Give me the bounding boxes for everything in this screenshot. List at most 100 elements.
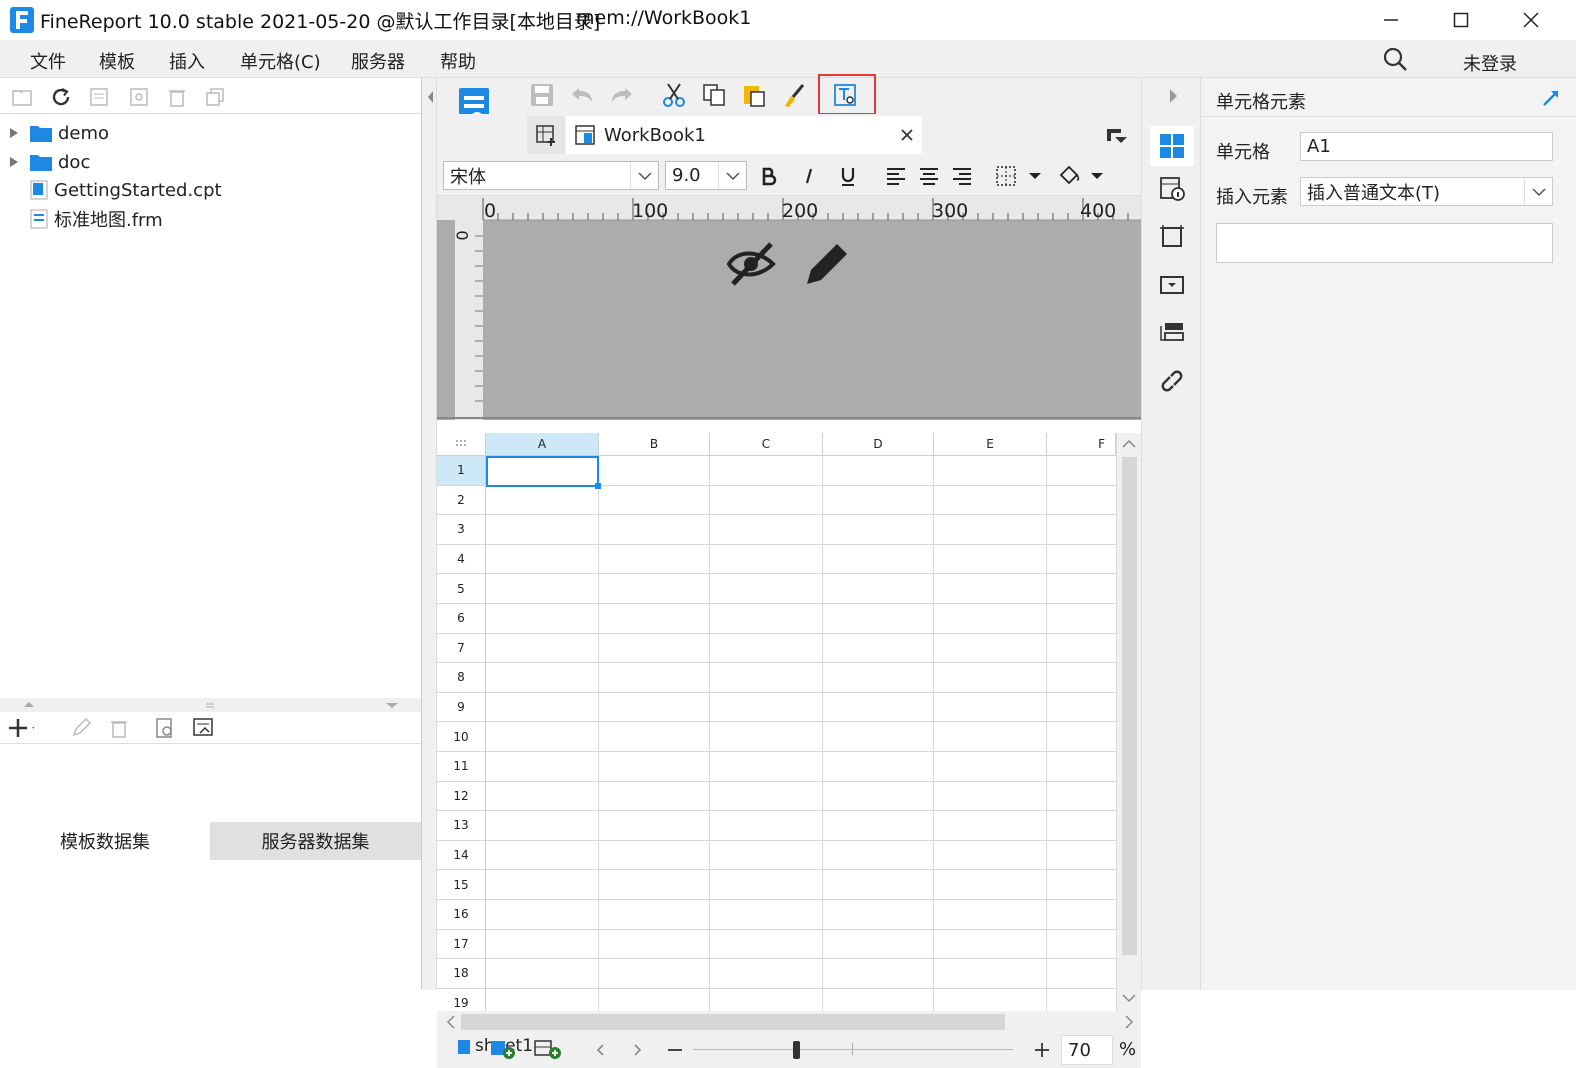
scroll-up-icon[interactable] — [1117, 433, 1141, 455]
next-sheet-icon[interactable] — [631, 1043, 643, 1057]
menu-template[interactable]: 模板 — [99, 48, 135, 74]
row-header[interactable]: 10 — [437, 722, 486, 752]
horizontal-scrollbar[interactable] — [437, 1011, 1141, 1033]
undo-icon[interactable] — [569, 82, 595, 108]
condition-attribute-tab-icon[interactable] — [1157, 318, 1187, 348]
row-header[interactable]: 14 — [437, 840, 486, 871]
fill-color-dropdown-icon[interactable] — [1057, 163, 1107, 189]
cell-name-input[interactable]: A1 — [1300, 132, 1553, 161]
zoom-in-icon[interactable] — [1034, 1042, 1050, 1058]
row-header[interactable]: 3 — [437, 515, 486, 545]
panel-divider[interactable] — [0, 698, 421, 712]
tab-workbook1[interactable]: WorkBook1 — [566, 116, 922, 154]
copy-icon[interactable] — [701, 82, 727, 108]
scroll-right-icon[interactable] — [1119, 1011, 1139, 1033]
menu-cell[interactable]: 单元格(C) — [240, 48, 321, 74]
zoom-slider[interactable] — [693, 1049, 1013, 1050]
edit-pencil-icon[interactable] — [807, 244, 847, 284]
expand-arrow-icon[interactable] — [10, 128, 18, 138]
edit-dataset-icon[interactable] — [68, 715, 94, 741]
italic-icon[interactable] — [796, 163, 822, 189]
hscroll-thumb[interactable] — [461, 1014, 1005, 1030]
row-header[interactable]: 2 — [437, 485, 486, 516]
preview-dataset-icon[interactable] — [152, 715, 178, 741]
row-header[interactable]: 9 — [437, 692, 486, 723]
column-header-c[interactable]: C — [710, 433, 823, 456]
menu-file[interactable]: 文件 — [30, 48, 66, 74]
maximize-button[interactable] — [1426, 0, 1496, 40]
corner-cell[interactable] — [437, 433, 486, 456]
scroll-down-icon[interactable] — [1117, 987, 1141, 1009]
save-icon[interactable] — [529, 82, 555, 108]
refresh-icon[interactable] — [48, 84, 74, 110]
align-right-icon[interactable] — [949, 163, 975, 189]
zoom-out-icon[interactable] — [667, 1042, 683, 1058]
add-dataset-icon[interactable] — [8, 715, 34, 741]
row-header[interactable]: 1 — [437, 456, 486, 486]
tree-item-standard-map[interactable]: 标准地图.frm — [10, 205, 163, 233]
left-splitter[interactable] — [422, 78, 437, 990]
copy-template-icon[interactable] — [202, 84, 228, 110]
menu-help[interactable]: 帮助 — [440, 48, 476, 74]
tab-server-datasets[interactable]: 服务器数据集 — [210, 822, 421, 860]
minimize-button[interactable] — [1356, 0, 1426, 40]
edit-template-icon[interactable] — [86, 84, 112, 110]
border-dropdown-icon[interactable] — [995, 163, 1045, 189]
row-header[interactable]: 4 — [437, 544, 486, 575]
hyperlink-tab-icon[interactable] — [1157, 366, 1187, 396]
row-header[interactable]: 13 — [437, 811, 486, 841]
selected-cell[interactable] — [486, 456, 599, 487]
delete-icon[interactable] — [164, 84, 190, 110]
tab-template-datasets[interactable]: 模板数据集 — [0, 822, 210, 860]
widget-tab-icon[interactable] — [1157, 222, 1187, 252]
zoom-value-input[interactable]: 70 — [1061, 1035, 1113, 1065]
add-report-sheet-icon[interactable] — [489, 1039, 519, 1059]
cell-element-tab-icon[interactable] — [1150, 126, 1194, 166]
row-header[interactable]: 11 — [437, 752, 486, 782]
hide-icon[interactable] — [726, 242, 776, 286]
cut-icon[interactable] — [661, 82, 687, 108]
search-icon[interactable] — [1382, 46, 1408, 72]
column-header-e[interactable]: E — [934, 433, 1047, 456]
tab-list-icon[interactable] — [1105, 124, 1127, 146]
cell-attribute-tab-icon[interactable] — [1157, 174, 1187, 204]
column-header-b[interactable]: B — [599, 433, 710, 456]
paste-icon[interactable] — [741, 82, 767, 108]
column-header-d[interactable]: D — [823, 433, 934, 456]
scroll-left-icon[interactable] — [441, 1011, 461, 1033]
expand-arrow-icon[interactable] — [10, 157, 18, 167]
row-header[interactable]: 8 — [437, 663, 486, 693]
row-header[interactable]: 16 — [437, 900, 486, 930]
insert-element-select[interactable]: 插入普通文本(T) — [1300, 177, 1553, 206]
text-preview-icon[interactable] — [832, 82, 858, 108]
row-header[interactable]: 18 — [437, 959, 486, 989]
new-folder-icon[interactable] — [9, 84, 35, 110]
font-name-select[interactable]: 宋体 — [443, 161, 659, 190]
row-header[interactable]: 17 — [437, 929, 486, 960]
dataset-parameters-icon[interactable] — [190, 715, 216, 741]
font-size-select[interactable]: 9.0 — [665, 161, 747, 190]
tree-item-gettingstarted[interactable]: GettingStarted.cpt — [10, 176, 222, 204]
format-painter-icon[interactable] — [781, 82, 807, 108]
align-center-icon[interactable] — [916, 163, 942, 189]
pin-panel-icon[interactable] — [1541, 88, 1561, 108]
bold-icon[interactable] — [756, 163, 782, 189]
zoom-slider-thumb[interactable] — [793, 1041, 800, 1059]
close-window-button[interactable] — [1496, 0, 1566, 40]
row-header[interactable]: 15 — [437, 870, 486, 900]
row-header[interactable]: 12 — [437, 781, 486, 812]
redo-icon[interactable] — [609, 82, 635, 108]
scroll-thumb[interactable] — [1122, 457, 1137, 955]
cell-content-input[interactable] — [1216, 223, 1553, 263]
align-left-icon[interactable] — [883, 163, 909, 189]
spreadsheet-grid[interactable]: A B C D E F 1 2 3 4 5 6 7 8 9 10 11 12 13 14 15 16 17 18 1… — [437, 433, 1141, 1011]
login-link[interactable]: 未登录 — [1463, 50, 1517, 76]
underline-icon[interactable] — [835, 163, 861, 189]
row-header[interactable]: 19 — [437, 988, 486, 1011]
menu-server[interactable]: 服务器 — [351, 48, 405, 74]
close-tab-icon[interactable] — [900, 128, 914, 142]
fill-handle[interactable] — [595, 483, 601, 489]
template-settings-icon[interactable] — [126, 84, 152, 110]
vertical-scrollbar[interactable] — [1116, 433, 1141, 1011]
row-header[interactable]: 5 — [437, 574, 486, 604]
